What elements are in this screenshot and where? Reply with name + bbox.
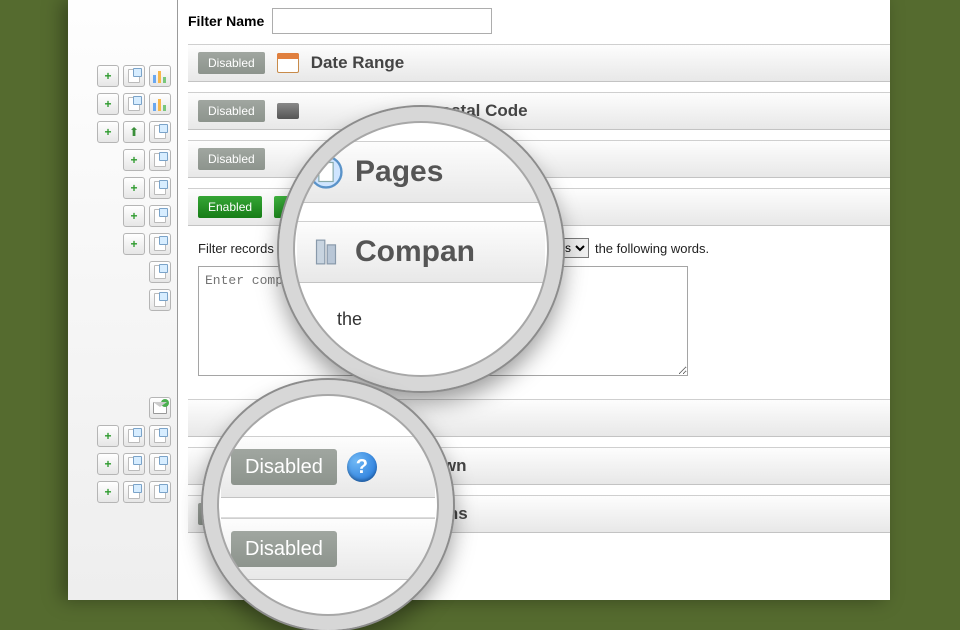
lens-disabled-row: Disabled ?: [221, 436, 435, 498]
magnifier-bottom: Disabled ? Disabled: [203, 380, 453, 630]
filter-name-row: Filter Name: [188, 4, 890, 44]
add-icon[interactable]: +: [97, 121, 119, 143]
disabled-badge-large[interactable]: Disabled: [231, 531, 337, 567]
page-icon[interactable]: [149, 177, 171, 199]
sidebar-row: +: [68, 62, 177, 90]
add-icon[interactable]: +: [123, 149, 145, 171]
chart-icon[interactable]: [149, 93, 171, 115]
filter-name-input[interactable]: [272, 8, 492, 34]
add-icon[interactable]: +: [123, 177, 145, 199]
add-icon[interactable]: +: [97, 481, 119, 503]
page-icon[interactable]: [149, 149, 171, 171]
calendar-icon: [277, 52, 299, 74]
disabled-badge[interactable]: Disabled: [198, 52, 265, 74]
page-icon[interactable]: [149, 289, 171, 311]
page-icon[interactable]: [149, 481, 171, 503]
magnifier-top: Pages Compan the: [279, 107, 563, 391]
help-icon[interactable]: ?: [347, 452, 377, 482]
filter-date-range[interactable]: Disabled Date Range: [188, 44, 890, 82]
page-icon[interactable]: [123, 425, 145, 447]
disabled-badge[interactable]: Disabled: [198, 148, 265, 170]
enabled-badge[interactable]: Enabled: [198, 196, 262, 218]
card-icon: [277, 100, 299, 122]
lens-disabled-row-2: Disabled: [221, 518, 435, 580]
lens-pages-row: Pages: [297, 141, 545, 203]
upload-icon[interactable]: ⬆: [123, 121, 145, 143]
sidebar: + + + ⬆ + + + +: [68, 0, 178, 600]
lens-cutoff-text: the: [297, 301, 545, 330]
page-icon[interactable]: [149, 121, 171, 143]
filter-label: Date Range: [311, 53, 405, 73]
add-icon[interactable]: +: [97, 425, 119, 447]
add-icon[interactable]: +: [97, 65, 119, 87]
filter-name-label: Filter Name: [188, 13, 264, 29]
disabled-badge-large[interactable]: Disabled: [231, 449, 337, 485]
disabled-badge[interactable]: Disabled: [198, 100, 265, 122]
lens-company-row: Compan: [297, 221, 545, 283]
page-icon[interactable]: [149, 261, 171, 283]
page-icon[interactable]: [123, 481, 145, 503]
page-icon[interactable]: [123, 453, 145, 475]
sentence-text: Filter records w: [198, 241, 287, 256]
page-icon[interactable]: [149, 453, 171, 475]
add-icon[interactable]: +: [123, 233, 145, 255]
sentence-text: the following words.: [595, 241, 709, 256]
mail-icon[interactable]: [149, 397, 171, 419]
page-icon[interactable]: [123, 93, 145, 115]
lens-label: Compan: [355, 235, 475, 269]
pages-icon: [307, 153, 345, 191]
add-icon[interactable]: +: [123, 205, 145, 227]
page-icon[interactable]: [149, 205, 171, 227]
lens-label: Pages: [355, 155, 443, 189]
page-icon[interactable]: [149, 425, 171, 447]
building-icon: [307, 233, 345, 271]
add-icon[interactable]: +: [97, 453, 119, 475]
page-icon[interactable]: [123, 65, 145, 87]
chart-icon[interactable]: [149, 65, 171, 87]
page-icon[interactable]: [149, 233, 171, 255]
add-icon[interactable]: +: [97, 93, 119, 115]
